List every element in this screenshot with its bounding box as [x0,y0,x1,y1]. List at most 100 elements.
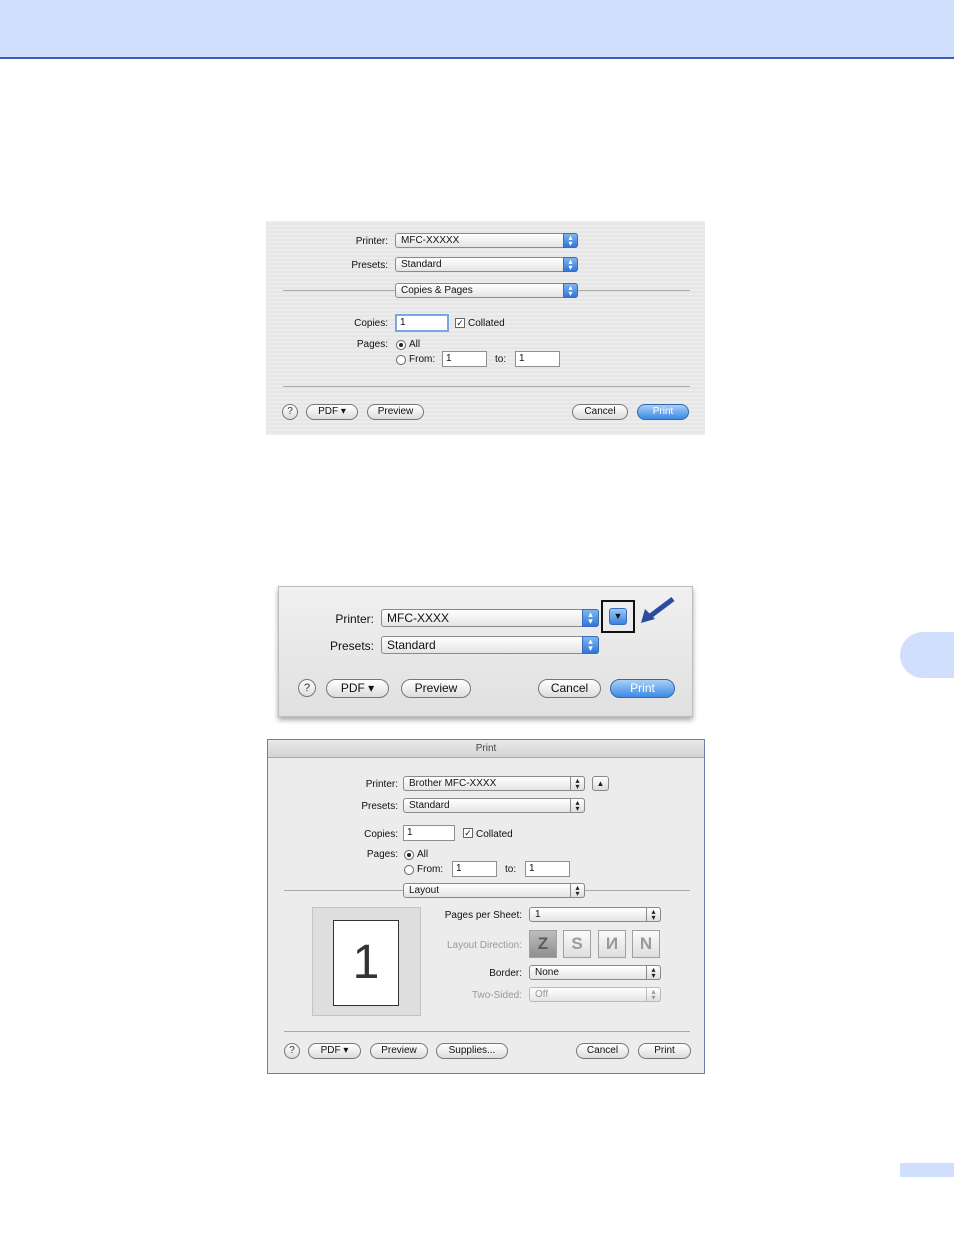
popup-arrows-icon: ▴ ▾ [582,636,599,654]
printer-label: Printer: [365,779,398,790]
collated-checkbox[interactable]: ✓ [455,318,465,328]
to-field[interactable]: 1 [525,861,570,877]
divider [283,290,395,291]
from-label: From: [409,354,436,365]
printer-popup[interactable]: MFC-XXXX ▴ ▾ [381,609,599,627]
pages-per-sheet-popup[interactable]: 1 ▴ ▾ [529,907,661,922]
copies-field[interactable]: 1 [395,314,449,332]
layout-preview-page: 1 [333,920,399,1006]
print-dialog-copies-pages: Printer: MFC-XXXXX ▴ ▾ Presets: Standard … [266,221,705,435]
divider [283,386,690,387]
from-field[interactable]: 1 [452,861,497,877]
pages-from-radio[interactable] [404,865,414,875]
divider [585,890,690,891]
pages-label: Pages: [366,849,398,860]
layout-direction-label: Layout Direction: [446,940,522,951]
popup-arrows-icon: ▴ ▾ [582,609,599,627]
presets-value: Standard [387,638,436,652]
print-button[interactable]: Print [610,679,675,698]
preview-button[interactable]: Preview [367,404,424,420]
print-dialog-expanded-layout: Print Printer: Brother MFC-XXXX ▴ ▾ ▲ Pre… [267,739,705,1074]
pages-all-radio[interactable] [404,850,414,860]
popup-arrows-icon: ▴ ▾ [646,965,661,980]
disclosure-triangle-button[interactable]: ▼ [609,608,627,625]
collated-label: Collated [468,318,505,329]
header-band [0,0,954,59]
layout-direction-z-icon[interactable]: Z [529,930,557,958]
page-number-tab [900,1163,954,1177]
preview-button[interactable]: Preview [370,1043,428,1059]
layout-direction-reverse-n-icon[interactable]: N [598,930,626,958]
to-label: to: [495,354,507,365]
pages-all-label: All [409,339,421,350]
panel-value: Copies & Pages [401,285,473,296]
pdf-button[interactable]: PDF ▾ [306,404,358,420]
two-sided-label: Two-Sided: [471,990,522,1001]
collated-checkbox[interactable]: ✓ [463,828,473,838]
panel-popup[interactable]: Copies & Pages ▴ ▾ [395,283,578,298]
print-button[interactable]: Print [638,1043,691,1059]
pages-all-label: All [417,849,429,860]
help-button[interactable]: ? [282,404,298,420]
preview-button[interactable]: Preview [401,679,471,698]
presets-popup[interactable]: Standard ▴ ▾ [395,257,578,272]
collapse-triangle-button[interactable]: ▲ [592,776,609,791]
copies-field[interactable]: 1 [403,825,455,841]
popup-arrows-icon: ▴ ▾ [646,987,661,1002]
presets-label: Presets: [361,801,398,812]
border-label: Border: [489,968,522,979]
pdf-button[interactable]: PDF ▾ [326,679,389,698]
popup-arrows-icon: ▴ ▾ [563,233,578,248]
two-sided-popup: Off ▴ ▾ [529,987,661,1002]
printer-popup[interactable]: MFC-XXXXX ▴ ▾ [395,233,578,248]
presets-label: Presets: [329,639,374,653]
layout-preview-frame: 1 [312,907,421,1016]
window-title: Print [475,743,497,754]
cancel-button[interactable]: Cancel [538,679,601,698]
presets-popup[interactable]: Standard ▴ ▾ [381,636,599,654]
from-label: From: [417,864,444,875]
chapter-tab [900,632,954,678]
layout-direction-n-icon[interactable]: N [632,930,660,958]
collated-label: Collated [476,829,513,840]
supplies-button[interactable]: Supplies... [436,1043,508,1059]
border-popup[interactable]: None ▴ ▾ [529,965,661,980]
pages-all-radio[interactable] [396,340,406,350]
title-bar: Print [268,740,704,758]
cancel-button[interactable]: Cancel [572,404,628,420]
print-dialog-collapsed: Printer: MFC-XXXX ▴ ▾ ▼ Presets: Standard… [278,586,693,717]
help-button[interactable]: ? [298,679,316,697]
cancel-button[interactable]: Cancel [576,1043,629,1059]
to-field[interactable]: 1 [515,351,560,367]
callout-arrow-icon [641,597,675,623]
presets-popup[interactable]: Standard ▴ ▾ [403,798,585,813]
divider [284,1031,690,1032]
printer-value: MFC-XXXXX [401,235,460,246]
help-button[interactable]: ? [284,1043,300,1059]
popup-arrows-icon: ▴ ▾ [563,283,578,298]
copies-label: Copies: [364,829,398,840]
pages-from-radio[interactable] [396,355,406,365]
popup-arrows-icon: ▴ ▾ [570,798,585,813]
popup-arrows-icon: ▴ ▾ [646,907,661,922]
printer-popup[interactable]: Brother MFC-XXXX ▴ ▾ [403,776,585,791]
panel-popup[interactable]: Layout ▴ ▾ [403,883,585,898]
pages-label: Pages: [356,339,388,350]
popup-arrows-icon: ▴ ▾ [563,257,578,272]
printer-label: Printer: [355,236,388,247]
printer-label: Printer: [335,612,374,626]
divider [284,890,403,891]
pages-per-sheet-value: 1 [535,909,541,920]
print-button[interactable]: Print [637,404,689,420]
two-sided-value: Off [535,989,549,1000]
pdf-button[interactable]: PDF ▾ [308,1043,361,1059]
presets-label: Presets: [351,260,388,271]
printer-value: Brother MFC-XXXX [409,778,497,789]
popup-arrows-icon: ▴ ▾ [570,883,585,898]
divider [578,290,690,291]
layout-direction-s-icon[interactable]: S [563,930,591,958]
pages-per-sheet-label: Pages per Sheet: [444,910,522,921]
presets-value: Standard [409,800,450,811]
from-field[interactable]: 1 [442,351,487,367]
presets-value: Standard [401,259,442,270]
